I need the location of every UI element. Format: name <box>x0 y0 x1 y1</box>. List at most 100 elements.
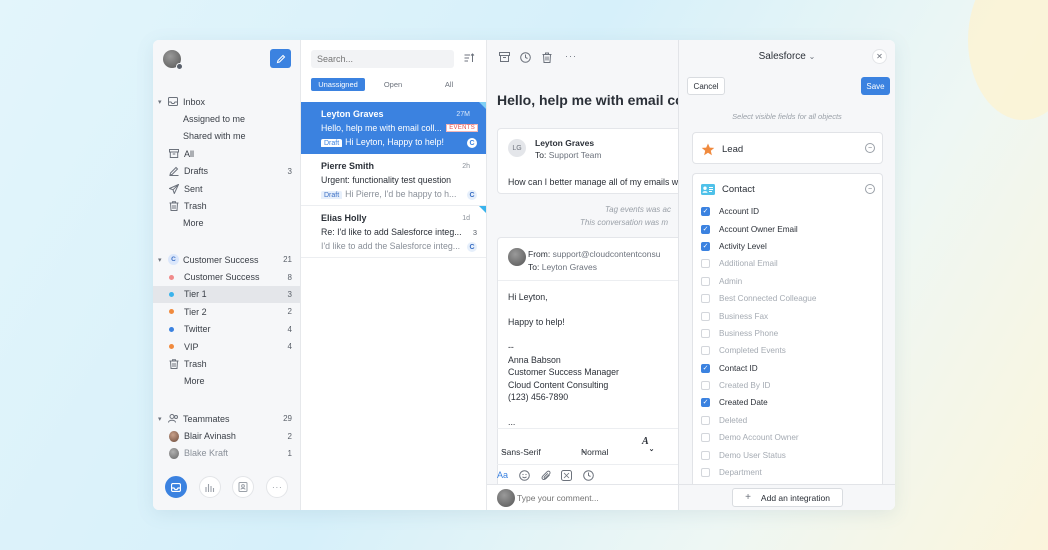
emoji-icon[interactable] <box>519 470 530 483</box>
field-business-phone[interactable]: Business Phone <box>701 325 881 342</box>
field-checkbox[interactable] <box>701 381 710 391</box>
field-activity-level[interactable]: ✓ Activity Level <box>701 238 881 255</box>
sidebar-item-blair-avinash[interactable]: Blair Avinash 2 <box>153 427 300 444</box>
comment-input[interactable] <box>517 490 677 505</box>
sidebar-item-label: VIP <box>184 341 199 352</box>
close-icon[interactable]: ✕ <box>872 49 887 64</box>
field-checkbox[interactable] <box>701 346 710 356</box>
sidebar-item-tier-1[interactable]: Tier 1 3 <box>153 285 300 304</box>
field-checkbox[interactable] <box>701 311 710 321</box>
sidebar-item-twitter[interactable]: Twitter 4 <box>153 321 300 338</box>
add-integration-button[interactable]: + Add an integration <box>732 488 843 507</box>
contact-object[interactable]: Contact − ✓ Account ID ✓ Account Owner Emai… <box>692 173 883 493</box>
lead-object[interactable]: Lead − <box>692 132 883 164</box>
sidebar-item-more[interactable]: More <box>153 215 300 232</box>
field-admin[interactable]: Admin <box>701 273 881 290</box>
sidebar-item-all[interactable]: All <box>153 145 300 162</box>
field-checkbox[interactable]: ✓ <box>701 363 710 373</box>
text-style-icon[interactable]: A ⌄ <box>642 436 655 453</box>
save-button[interactable]: Save <box>861 77 890 95</box>
sidebar-item-customer-success[interactable]: Customer Success 8 <box>153 268 300 285</box>
reply-body[interactable]: Hi Leyton, Happy to help! -- Anna Babson Cus… <box>508 291 619 429</box>
field-checkbox[interactable] <box>701 328 710 338</box>
field-checkbox[interactable] <box>701 276 710 286</box>
sidebar-item-teammates[interactable]: ▾ Teammates 29 <box>153 410 300 427</box>
field-checkbox[interactable] <box>701 294 710 304</box>
field-checkbox[interactable]: ✓ <box>701 224 710 234</box>
add-integration-label: Add an integration <box>760 492 830 503</box>
more-button[interactable]: ··· <box>266 476 289 498</box>
sidebar-item-blake-kraft[interactable]: Blake Kraft 1 <box>153 445 300 462</box>
inbox-icon <box>170 482 181 492</box>
chevron-down-icon[interactable]: ▾ <box>158 415 168 423</box>
inbound-message[interactable]: LG Leyton Graves To: Support Team How ca… <box>497 128 678 194</box>
more-actions-icon[interactable]: ··· <box>565 51 577 61</box>
conversation-item[interactable]: Pierre Smith 2h Urgent: functionality te… <box>301 154 486 206</box>
schedule-clock-icon[interactable] <box>583 470 594 483</box>
analytics-button[interactable] <box>198 476 221 498</box>
sidebar-item-drafts[interactable]: Drafts 3 <box>153 163 300 180</box>
sidebar-item-assigned-to-me[interactable]: Assigned to me <box>153 110 300 127</box>
field-deleted[interactable]: Deleted <box>701 412 881 429</box>
chevron-down-icon[interactable]: ▾ <box>158 256 168 264</box>
reply-message[interactable]: From: support@cloudcontentconsu To: Leyt… <box>497 237 678 502</box>
sidebar-item-inbox[interactable]: ▾ Inbox <box>153 93 300 110</box>
cancel-button[interactable]: Cancel <box>687 77 725 95</box>
field-created-by-id[interactable]: Created By ID <box>701 377 881 394</box>
field-demo-account-owner[interactable]: Demo Account Owner <box>701 429 881 446</box>
field-completed-events[interactable]: Completed Events <box>701 342 881 359</box>
inbox-color-dot <box>169 274 184 280</box>
field-checkbox[interactable] <box>701 450 710 460</box>
pencil-icon <box>276 54 285 63</box>
conversation-item[interactable]: Leyton Graves 27M Hello, help me with em… <box>301 102 486 154</box>
sidebar-item-vip[interactable]: VIP 4 <box>153 338 300 355</box>
field-checkbox[interactable] <box>701 468 710 478</box>
comment-bar <box>487 484 678 510</box>
conversation-item[interactable]: Elias Holly 1d Re: I'd like to add Sales… <box>301 206 486 258</box>
field-checkbox[interactable] <box>701 433 710 443</box>
search-input[interactable] <box>311 50 454 68</box>
sidebar-item-count: 29 <box>283 414 292 424</box>
sort-icon[interactable] <box>464 53 475 65</box>
snooze-clock-icon[interactable] <box>520 52 531 65</box>
sidebar-item-trash[interactable]: Trash <box>153 355 300 372</box>
template-icon[interactable] <box>561 470 572 483</box>
user-avatar[interactable] <box>163 50 183 70</box>
field-additional-email[interactable]: Additional Email <box>701 255 881 272</box>
sidebar-item-sent[interactable]: Sent <box>153 180 300 197</box>
field-business-fax[interactable]: Business Fax <box>701 307 881 324</box>
tab-open[interactable]: Open <box>365 78 421 91</box>
field-demo-user-status[interactable]: Demo User Status <box>701 446 881 463</box>
field-best-connected-colleague[interactable]: Best Connected Colleague <box>701 290 881 307</box>
field-account-id[interactable]: ✓ Account ID <box>701 203 881 220</box>
sidebar-item-tier-2[interactable]: Tier 2 2 <box>153 303 300 320</box>
field-created-date[interactable]: ✓ Created Date <box>701 394 881 411</box>
field-account-owner-email[interactable]: ✓ Account Owner Email <box>701 220 881 237</box>
attachment-icon[interactable] <box>541 470 552 483</box>
field-checkbox[interactable] <box>701 415 710 425</box>
field-contact-id[interactable]: ✓ Contact ID <box>701 360 881 377</box>
inbox-app-button[interactable] <box>164 476 187 498</box>
field-checkbox[interactable]: ✓ <box>701 207 710 217</box>
trash-icon <box>169 359 184 370</box>
field-checkbox[interactable]: ✓ <box>701 241 710 251</box>
tab-unassigned[interactable]: Unassigned <box>311 78 365 91</box>
collapse-toggle-icon[interactable]: − <box>865 143 875 153</box>
field-department[interactable]: Department <box>701 464 881 481</box>
sidebar-item-customer-success-team[interactable]: ▾ C Customer Success 21 <box>153 251 300 268</box>
archive-icon[interactable] <box>499 52 510 64</box>
sidebar-item-more[interactable]: More <box>153 373 300 390</box>
trash-icon[interactable] <box>542 52 552 65</box>
field-checkbox[interactable]: ✓ <box>701 398 710 408</box>
contacts-button[interactable] <box>232 476 255 498</box>
tab-all[interactable]: All <box>421 78 477 91</box>
collapse-toggle-icon[interactable]: − <box>865 184 875 194</box>
sidebar-item-trash[interactable]: Trash <box>153 197 300 214</box>
panel-title-select[interactable]: Salesforce ⌄ <box>679 51 895 62</box>
sidebar-item-shared-with-me[interactable]: Shared with me <box>153 128 300 145</box>
field-checkbox[interactable] <box>701 259 710 269</box>
text-format-icon[interactable]: Aa <box>497 470 508 480</box>
tag-badge[interactable]: EVENTS <box>446 124 478 132</box>
compose-button[interactable] <box>270 49 291 68</box>
chevron-down-icon[interactable]: ▾ <box>158 98 168 106</box>
